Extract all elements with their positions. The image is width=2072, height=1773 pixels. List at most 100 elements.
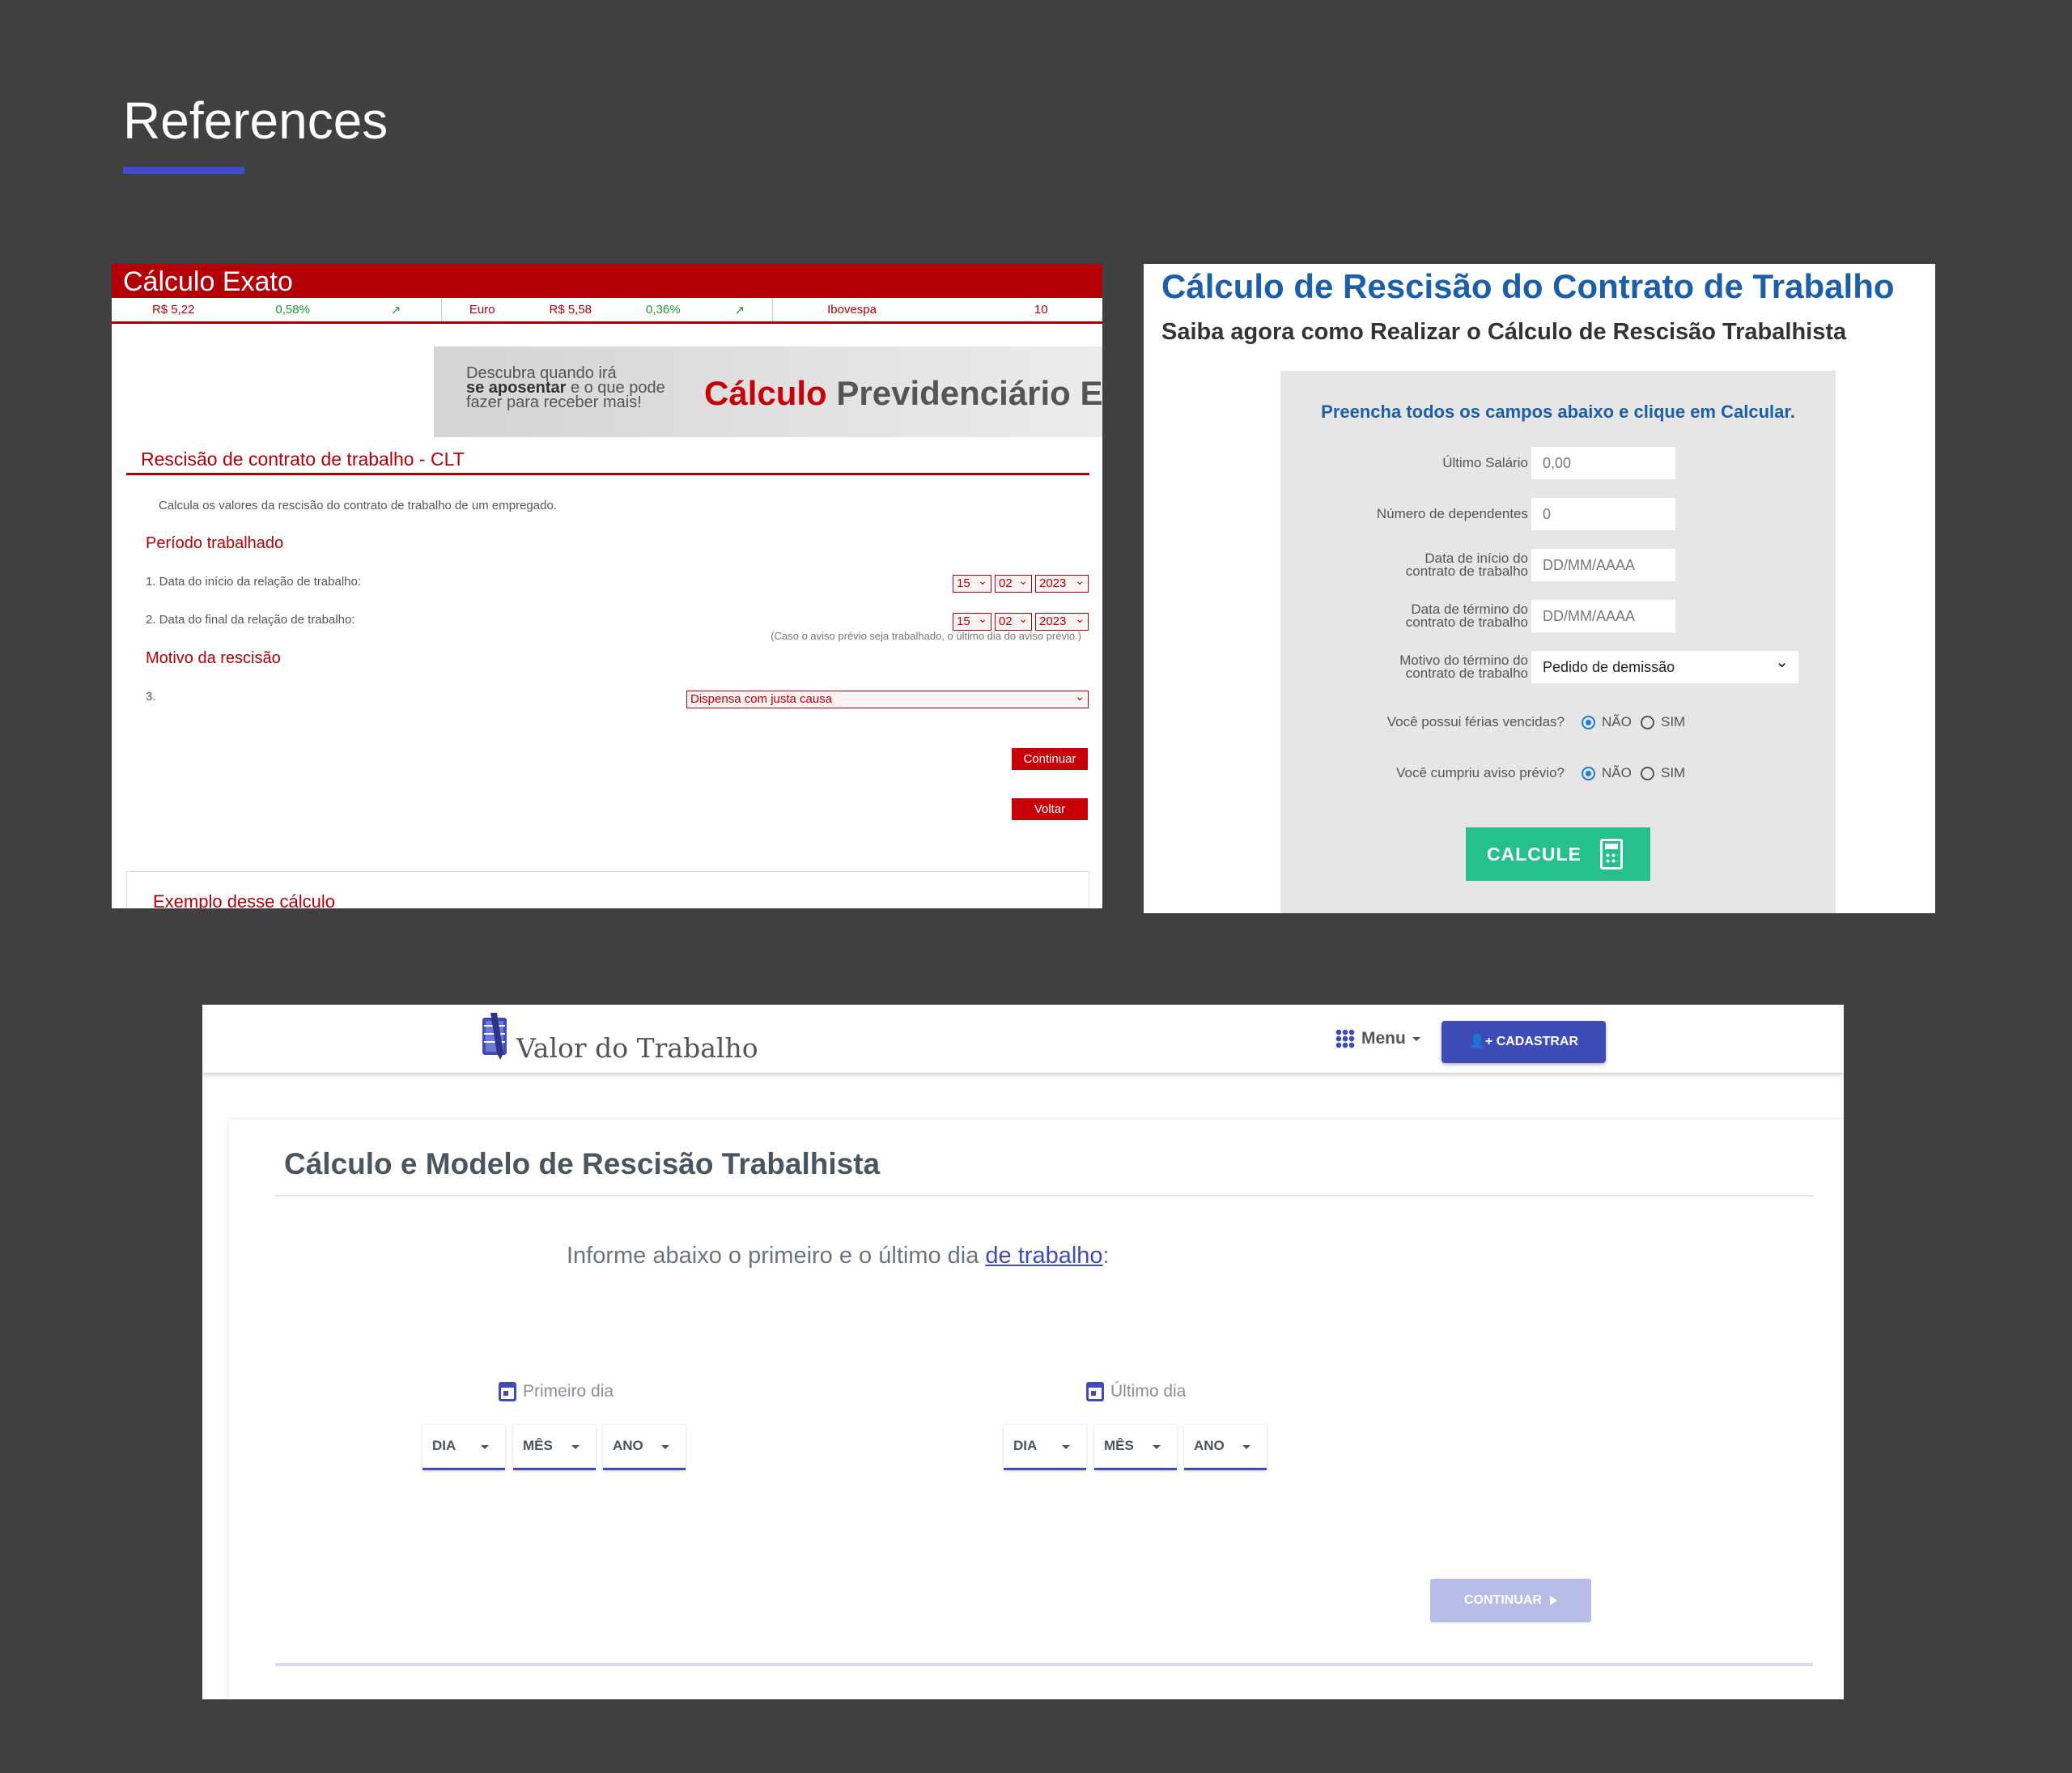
form-page-title: Cálculo de Rescisão do Contrato de Traba… (1161, 267, 1895, 305)
calculate-button[interactable]: CALCULE (1466, 827, 1650, 881)
notice-note: (Caso o aviso prévio seja trabalhado, o … (771, 630, 1081, 642)
divider (275, 1195, 1813, 1197)
reference-rescisao-form: Cálculo de Rescisão do Contrato de Traba… (1144, 264, 1935, 913)
section-title: Rescisão de contrato de trabalho - CLT (141, 449, 465, 470)
form-page-subtitle: Saiba agora como Realizar o Cálculo de R… (1161, 319, 1847, 345)
menu-dropdown[interactable]: Menu (1335, 1029, 1420, 1048)
ticker-value: R$ 5,58 (549, 303, 592, 317)
caret-down-icon (1242, 1445, 1250, 1449)
radio-label: NÃO (1602, 714, 1632, 729)
caret-down-icon (1153, 1445, 1161, 1449)
salary-label: Último Salário (1442, 455, 1528, 470)
radio-label: SIM (1661, 714, 1686, 729)
end-date-label: 2. Data do final da relação de trabalho: (146, 613, 355, 627)
instruction-text: Informe abaixo o primeiro e o último dia… (567, 1243, 1110, 1269)
ad-banner[interactable]: Descubra quando irá se aposentar e o que… (434, 347, 1102, 437)
ticker-cell: Ibovespa 10 (773, 298, 1102, 321)
last-month-select[interactable]: MÊS (1094, 1425, 1177, 1470)
vacation-yes-radio[interactable]: SIM (1641, 714, 1685, 730)
trend-up-icon: ↗ (734, 303, 745, 317)
first-year-select[interactable]: ANO (603, 1425, 686, 1470)
start-date-input[interactable]: DD/MM/AAAA (1531, 549, 1675, 581)
caret-down-icon (1412, 1036, 1420, 1041)
start-year-select[interactable]: 2023 (1035, 572, 1089, 593)
banner-text: Descubra quando irá se aposentar e o que… (466, 365, 701, 411)
notice-question: Você cumpriu aviso prévio? (1396, 765, 1565, 780)
vacation-question: Você possui férias vencidas? (1386, 714, 1565, 729)
dependents-input[interactable]: 0 (1531, 498, 1675, 530)
instruction-part: : (1102, 1243, 1110, 1269)
reference-calculo-exato: Cálculo Exato R$ 5,22 0,58% ↗ Euro R$ 5,… (112, 264, 1102, 908)
work-link[interactable]: de trabalho (985, 1243, 1102, 1269)
apps-grid-icon (1335, 1029, 1355, 1048)
label-line: contrato de trabalho (1405, 563, 1528, 579)
end-date-input[interactable]: DD/MM/AAAA (1531, 600, 1675, 632)
radio-checked-icon (1582, 766, 1595, 780)
caret-down-icon (481, 1445, 489, 1449)
caret-down-icon (661, 1445, 669, 1449)
notice-yes-radio[interactable]: SIM (1641, 765, 1685, 781)
ticker-label: Euro (469, 303, 495, 317)
radio-checked-icon (1582, 715, 1595, 729)
add-user-icon: 👤+ (1468, 1035, 1497, 1048)
notice-no-radio[interactable]: NÃO (1582, 765, 1632, 781)
site-logo-text[interactable]: Valor do Trabalho (516, 1032, 758, 1064)
content-card (229, 1120, 1844, 1699)
period-title: Período trabalhado (146, 534, 284, 552)
motive-select[interactable]: Pedido de demissão (1531, 646, 1798, 683)
continue-button[interactable]: Continuar (1012, 748, 1088, 770)
title-underline (123, 167, 244, 174)
example-box: Exemplo desse cálculo (126, 871, 1089, 908)
banner-headline-gray: Previdenciário E (826, 374, 1102, 412)
last-day-select[interactable]: DIA (1004, 1425, 1086, 1470)
first-day-text: Primeiro dia (523, 1382, 614, 1401)
start-day-select[interactable]: 15 (953, 572, 991, 593)
site-brand[interactable]: Cálculo Exato (112, 264, 1102, 298)
trend-up-icon: ↗ (390, 303, 401, 317)
top-navbar: Valor do Trabalho Menu 👤+ CADASTRAR (202, 1005, 1844, 1073)
first-day-label: Primeiro dia (499, 1382, 614, 1401)
banner-line: fazer para receber mais! (466, 393, 642, 411)
radio-label: NÃO (1602, 765, 1632, 780)
instruction-part: Informe abaixo o primeiro e o último dia (567, 1243, 986, 1269)
end-day-select[interactable]: 15 (953, 610, 991, 631)
radio-unchecked-icon (1641, 715, 1654, 729)
motive-title: Motivo da rescisão (146, 649, 281, 667)
calendar-icon (1086, 1382, 1104, 1401)
end-year-select[interactable]: 2023 (1035, 610, 1089, 631)
first-month-select[interactable]: MÊS (513, 1425, 596, 1470)
ticker-label: Ibovespa (827, 303, 877, 317)
page-title: References (123, 91, 388, 150)
form-intro: Preencha todos os campos abaixo e clique… (1321, 402, 1795, 422)
select-label: DIA (432, 1438, 456, 1453)
ticker-change: 0,58% (275, 303, 310, 317)
ticker-value: 10 (1034, 303, 1048, 317)
section-description: Calcula os valores da rescisão do contra… (159, 499, 557, 512)
last-year-select[interactable]: ANO (1184, 1425, 1267, 1470)
continue-button[interactable]: CONTINUAR (1430, 1579, 1591, 1622)
radio-unchecked-icon (1641, 766, 1654, 780)
dependents-label: Número de dependentes (1376, 506, 1528, 521)
motive-number: 3. (146, 690, 156, 704)
start-month-select[interactable]: 02 (995, 572, 1032, 593)
start-date-label: Data de início do contrato de trabalho (1405, 551, 1528, 579)
last-day-text: Último dia (1110, 1382, 1187, 1401)
salary-input[interactable]: 0,00 (1531, 447, 1675, 479)
vacation-no-radio[interactable]: NÃO (1582, 714, 1632, 730)
back-button[interactable]: Voltar (1012, 798, 1088, 820)
register-button[interactable]: 👤+ CADASTRAR (1441, 1021, 1606, 1063)
banner-headline: Cálculo Previdenciário E (704, 374, 1102, 413)
first-day-select[interactable]: DIA (422, 1425, 505, 1470)
end-month-select[interactable]: 02 (995, 610, 1032, 631)
motive-select[interactable]: Dispensa com justa causa (686, 688, 1089, 708)
select-label: ANO (1194, 1438, 1225, 1453)
radio-label: SIM (1661, 765, 1686, 780)
caret-down-icon (1062, 1445, 1070, 1449)
card-title: Cálculo e Modelo de Rescisão Trabalhista (284, 1147, 881, 1180)
label-line: contrato de trabalho (1405, 665, 1528, 681)
ticker-cell: R$ 5,22 0,58% ↗ (112, 298, 443, 321)
select-label: MÊS (1104, 1438, 1134, 1453)
banner-headline-red: Cálculo (704, 374, 827, 412)
progress-line (275, 1663, 1813, 1666)
currency-ticker: R$ 5,22 0,58% ↗ Euro R$ 5,58 0,36% ↗ Ibo… (112, 298, 1102, 324)
